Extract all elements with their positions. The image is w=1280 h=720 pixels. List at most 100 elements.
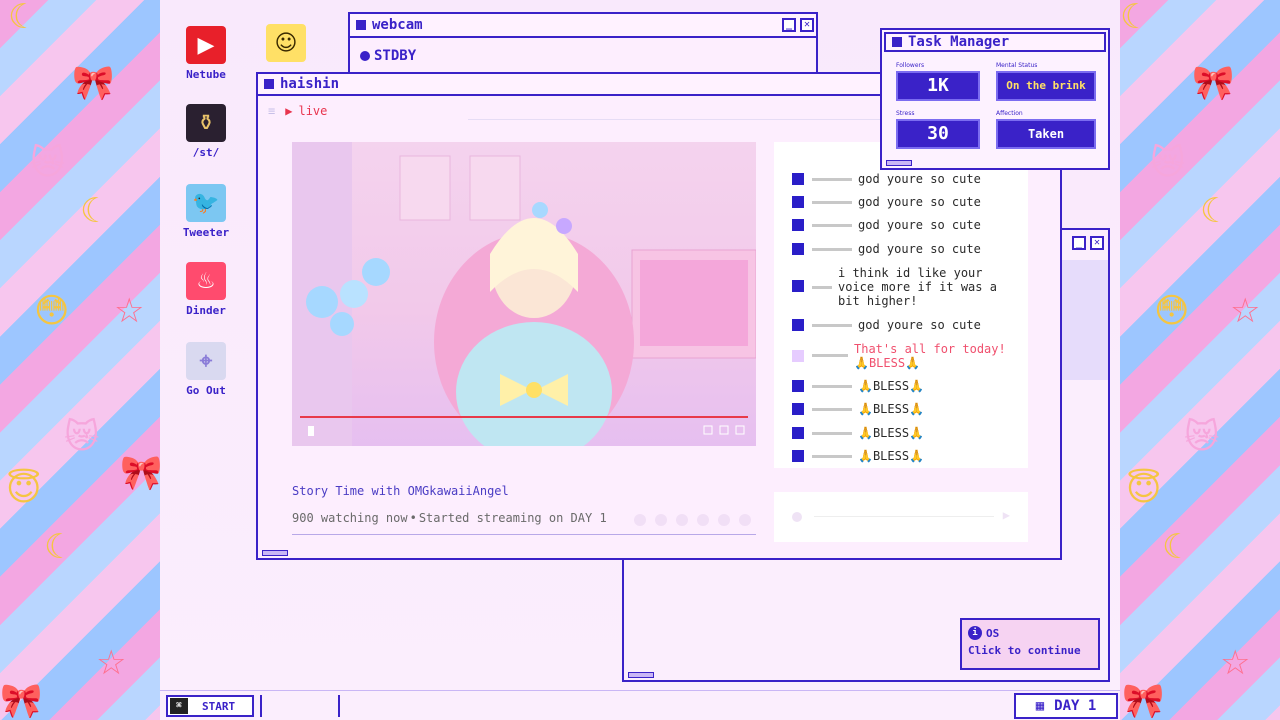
desktop-icon-tweeter[interactable]: 🐦 Tweeter [174,184,238,239]
chat-message: 🙏BLESS🙏 [792,402,924,416]
start-button[interactable]: ⌘ START [166,695,254,717]
taskbar-slot[interactable] [260,695,340,717]
ribbon-icon: 🎀 [1192,63,1235,103]
moon-icon: ☾ [1200,191,1231,231]
send-icon[interactable]: ▶ [1003,508,1010,522]
desktop-icon-dinder[interactable]: ♨ Dinder [174,262,238,317]
progress-bar[interactable] [300,416,748,418]
desktop-icon-netube[interactable]: ▶ Netube [174,26,238,81]
ribbon-icon: 🎀 [72,63,115,103]
reaction-dots [634,514,751,526]
username-placeholder [812,354,848,357]
start-icon: ⌘ [170,698,188,714]
chat-message: i think id like your voice more if it wa… [792,266,1018,308]
day-label: DAY 1 [1054,698,1097,714]
followers-value: 1K [896,71,980,101]
username-placeholder [812,408,852,411]
desktop-icon-st[interactable]: ⚱ /st/ [174,104,238,159]
minimize-button[interactable]: _ [782,18,796,32]
start-label: START [202,699,236,713]
chat-input[interactable] [814,516,994,517]
resize-grip[interactable] [886,160,912,166]
emoji-icon[interactable] [792,512,802,522]
task-manager-window[interactable]: Task Manager Followers 1K Mental Status … [880,28,1110,170]
username-placeholder [812,432,852,435]
star-icon: ☆ [1220,643,1251,683]
avatar [792,380,804,392]
stream-scene [292,142,756,446]
desktop-icon-go-out[interactable]: ⌖ Go Out [174,342,238,397]
close-button[interactable]: ✕ [800,18,814,32]
chat-message-text: 🙏BLESS🙏 [858,379,925,393]
chat-message-streamer: That's all for today! 🙏BLESS🙏 [792,342,1006,370]
chat-message: god youre so cute [792,218,981,232]
minimize-button[interactable]: _ [1072,236,1086,250]
chat-panel[interactable]: god youre so cute god youre so cute god … [774,142,1028,468]
resize-grip[interactable] [262,550,288,556]
smiley-folder-icon: ☺ [266,24,306,62]
wallpaper-right: ☾ 🎀 😿 ☾ 😳 ☆ 😿 😇 ☾ ☆ 🎀 [1120,0,1280,720]
mental-status-label: Mental Status [996,62,1038,69]
chat-message-text: 🙏BLESS🙏 [858,426,925,440]
notification-header: i OS [968,626,1092,640]
chat-message: god youre so cute [792,318,981,332]
background-window-panel [1062,260,1108,380]
avatar [792,319,804,331]
username-placeholder [812,178,852,181]
affection-label: Affection [996,110,1023,117]
chat-message-text: That's all for today! [854,342,1006,356]
window-icon [264,79,274,89]
username-placeholder [812,455,852,458]
chat-message-text: 🙏BLESS🙏 [858,402,925,416]
chat-message: 🙏BLESS🙏 [792,426,924,440]
chat-message-text: god youre so cute [858,195,981,209]
task-manager-title: Task Manager [908,34,1010,50]
star-icon: ☆ [1230,291,1261,331]
avatar [792,196,804,208]
cat-face-icon: 😿 [1150,143,1186,183]
desktop-icon-label: Netube [186,68,226,81]
star-icon: ☆ [96,643,127,683]
followers-stat: Followers 1K [896,62,980,102]
ribbon-icon: 🎀 [120,453,160,493]
webcam-status: STDBY [360,48,416,64]
notification-text: Click to continue [968,644,1081,657]
watching-count: 900 watching now [292,511,408,525]
chat-message: god youre so cute [792,172,981,186]
notification-title: OS [986,626,1000,640]
play-icon: ▶ [186,26,226,64]
close-button[interactable]: ✕ [1090,236,1104,250]
chat-message-text: god youre so cute [858,172,981,186]
desktop-icon-folder[interactable]: ☺ [254,24,318,66]
stream-video[interactable] [292,142,756,446]
hamburger-icon[interactable]: ≡ [268,104,275,118]
angel-face-icon: 😇 [6,469,42,509]
window-icon [892,37,902,47]
face-icon: 😳 [1154,291,1190,331]
chat-input-area: ▶ [774,492,1028,542]
record-dot-icon [360,51,370,61]
webcam-status-label: STDBY [374,48,417,64]
desktop-icon-label: /st/ [192,146,220,159]
username-placeholder [812,201,852,204]
dot-icon [634,514,646,526]
dot-icon [676,514,688,526]
bird-icon: 🐦 [186,184,226,222]
desktop-icon-label: Dinder [186,304,226,317]
info-icon: i [968,626,982,640]
webcam-titlebar: webcam _ ✕ [350,14,816,38]
dot-icon [739,514,751,526]
divider [292,534,756,535]
chat-message: 🙏BLESS🙏 [792,379,924,393]
started-day: Started streaming on DAY 1 [418,511,607,525]
chat-message-text: 🙏BLESS🙏 [858,449,925,463]
live-tab[interactable]: ≡ ▶ live [268,104,327,118]
ribbon-icon: 🎀 [0,681,43,720]
resize-grip[interactable] [628,672,654,678]
username-placeholder [812,324,852,327]
mental-status-stat: Mental Status On the brink [996,62,1096,102]
webcam-title: webcam [372,17,423,33]
star-icon: ☆ [114,291,145,331]
os-notification[interactable]: i OS Click to continue [960,618,1100,670]
info-separator: • [409,511,417,525]
